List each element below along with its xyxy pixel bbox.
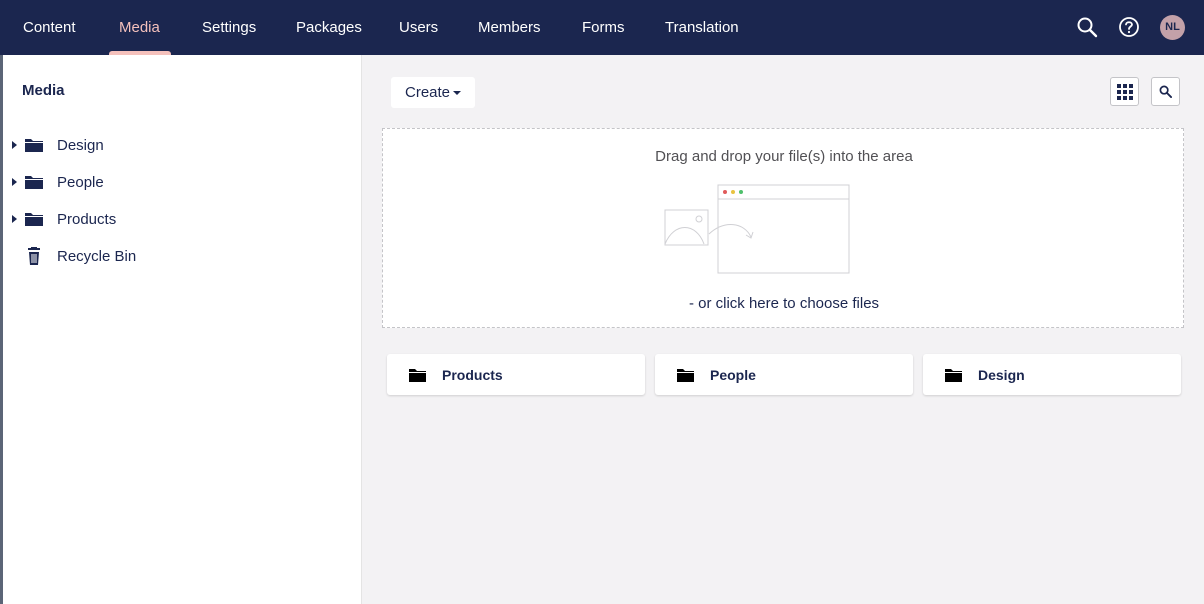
nav-users[interactable]: Users <box>399 0 438 55</box>
sidebar: Media Design People Products Recycle Bin <box>3 55 362 604</box>
folder-card-design[interactable]: Design <box>923 354 1181 395</box>
user-avatar[interactable]: NL <box>1160 15 1185 40</box>
create-button[interactable]: Create <box>391 77 475 108</box>
tree-item-design[interactable]: Design <box>3 129 361 163</box>
grid-view-button[interactable] <box>1110 77 1139 106</box>
tree-item-label: Products <box>57 211 117 228</box>
folder-icon <box>25 176 43 189</box>
tree-item-label: People <box>57 174 104 191</box>
choose-files-link[interactable]: - or click here to choose files <box>383 295 1185 312</box>
folder-card-products[interactable]: Products <box>387 354 645 395</box>
trash-icon <box>28 247 40 265</box>
expand-caret-icon[interactable] <box>12 141 17 149</box>
sidebar-title[interactable]: Media <box>22 82 65 99</box>
tree-item-recycle-bin[interactable]: Recycle Bin <box>3 240 361 274</box>
dropzone-instruction: Drag and drop your file(s) into the area <box>655 148 913 165</box>
search-button[interactable] <box>1151 77 1180 106</box>
tree-item-products[interactable]: Products <box>3 203 361 237</box>
nav-members[interactable]: Members <box>478 0 541 55</box>
expand-caret-icon[interactable] <box>12 215 17 223</box>
tree-item-people[interactable]: People <box>3 166 361 200</box>
tree-item-label: Design <box>57 137 104 154</box>
folder-icon <box>945 369 962 382</box>
file-dropzone[interactable]: Drag and drop your file(s) into the area… <box>382 128 1184 328</box>
nav-translation[interactable]: Translation <box>665 0 739 55</box>
folder-card-label: Products <box>442 367 503 383</box>
grid-view-icon <box>1117 84 1133 100</box>
nav-forms[interactable]: Forms <box>582 0 625 55</box>
help-icon[interactable] <box>1118 16 1140 38</box>
nav-packages[interactable]: Packages <box>296 0 362 55</box>
folder-icon <box>677 369 694 382</box>
create-button-label: Create <box>405 84 451 101</box>
folder-icon <box>409 369 426 382</box>
upload-illustration-icon <box>664 184 850 274</box>
chevron-down-icon <box>453 91 461 95</box>
folder-card-label: People <box>710 367 756 383</box>
tree-item-label: Recycle Bin <box>57 248 137 265</box>
folder-card-label: Design <box>978 367 1025 383</box>
folder-icon <box>25 139 43 152</box>
search-icon <box>1159 85 1172 98</box>
search-icon[interactable] <box>1076 16 1098 38</box>
top-navigation: Content Media Settings Packages Users Me… <box>0 0 1204 55</box>
folder-card-people[interactable]: People <box>655 354 913 395</box>
nav-settings[interactable]: Settings <box>202 0 256 55</box>
folder-icon <box>25 213 43 226</box>
nav-content[interactable]: Content <box>23 0 76 55</box>
expand-caret-icon[interactable] <box>12 178 17 186</box>
nav-media[interactable]: Media <box>119 0 160 55</box>
